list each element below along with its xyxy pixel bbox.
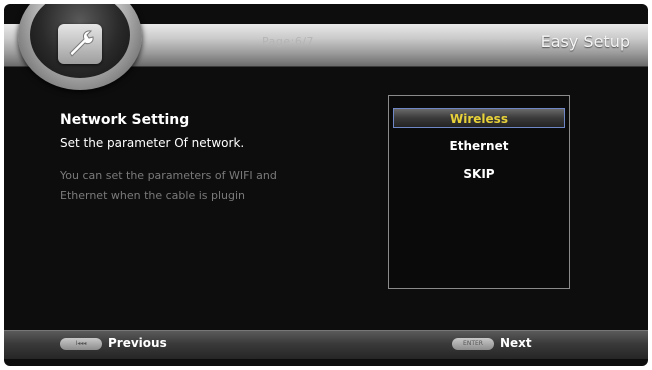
option-ethernet[interactable]: Ethernet: [393, 136, 565, 156]
next-button[interactable]: Next: [500, 336, 532, 350]
previous-button[interactable]: Previous: [108, 336, 167, 350]
section-title: Network Setting: [60, 112, 190, 128]
section-subtitle: Set the parameter Of network.: [60, 136, 245, 150]
enter-key-icon: ENTER: [452, 338, 494, 350]
setup-screen: Page:6/7 Easy Setup Network Setting Set …: [4, 4, 648, 366]
section-help-text: You can set the parameters of WIFI and E…: [60, 169, 277, 202]
option-wireless[interactable]: Wireless: [393, 108, 565, 128]
option-skip[interactable]: SKIP: [393, 164, 565, 184]
page-title: Easy Setup: [540, 32, 630, 51]
page-indicator: Page:6/7: [262, 35, 315, 48]
previous-key-icon: I◂◂◂: [60, 338, 102, 350]
wrench-settings-icon: [58, 24, 102, 64]
network-option-list: Wireless Ethernet SKIP: [388, 95, 570, 289]
